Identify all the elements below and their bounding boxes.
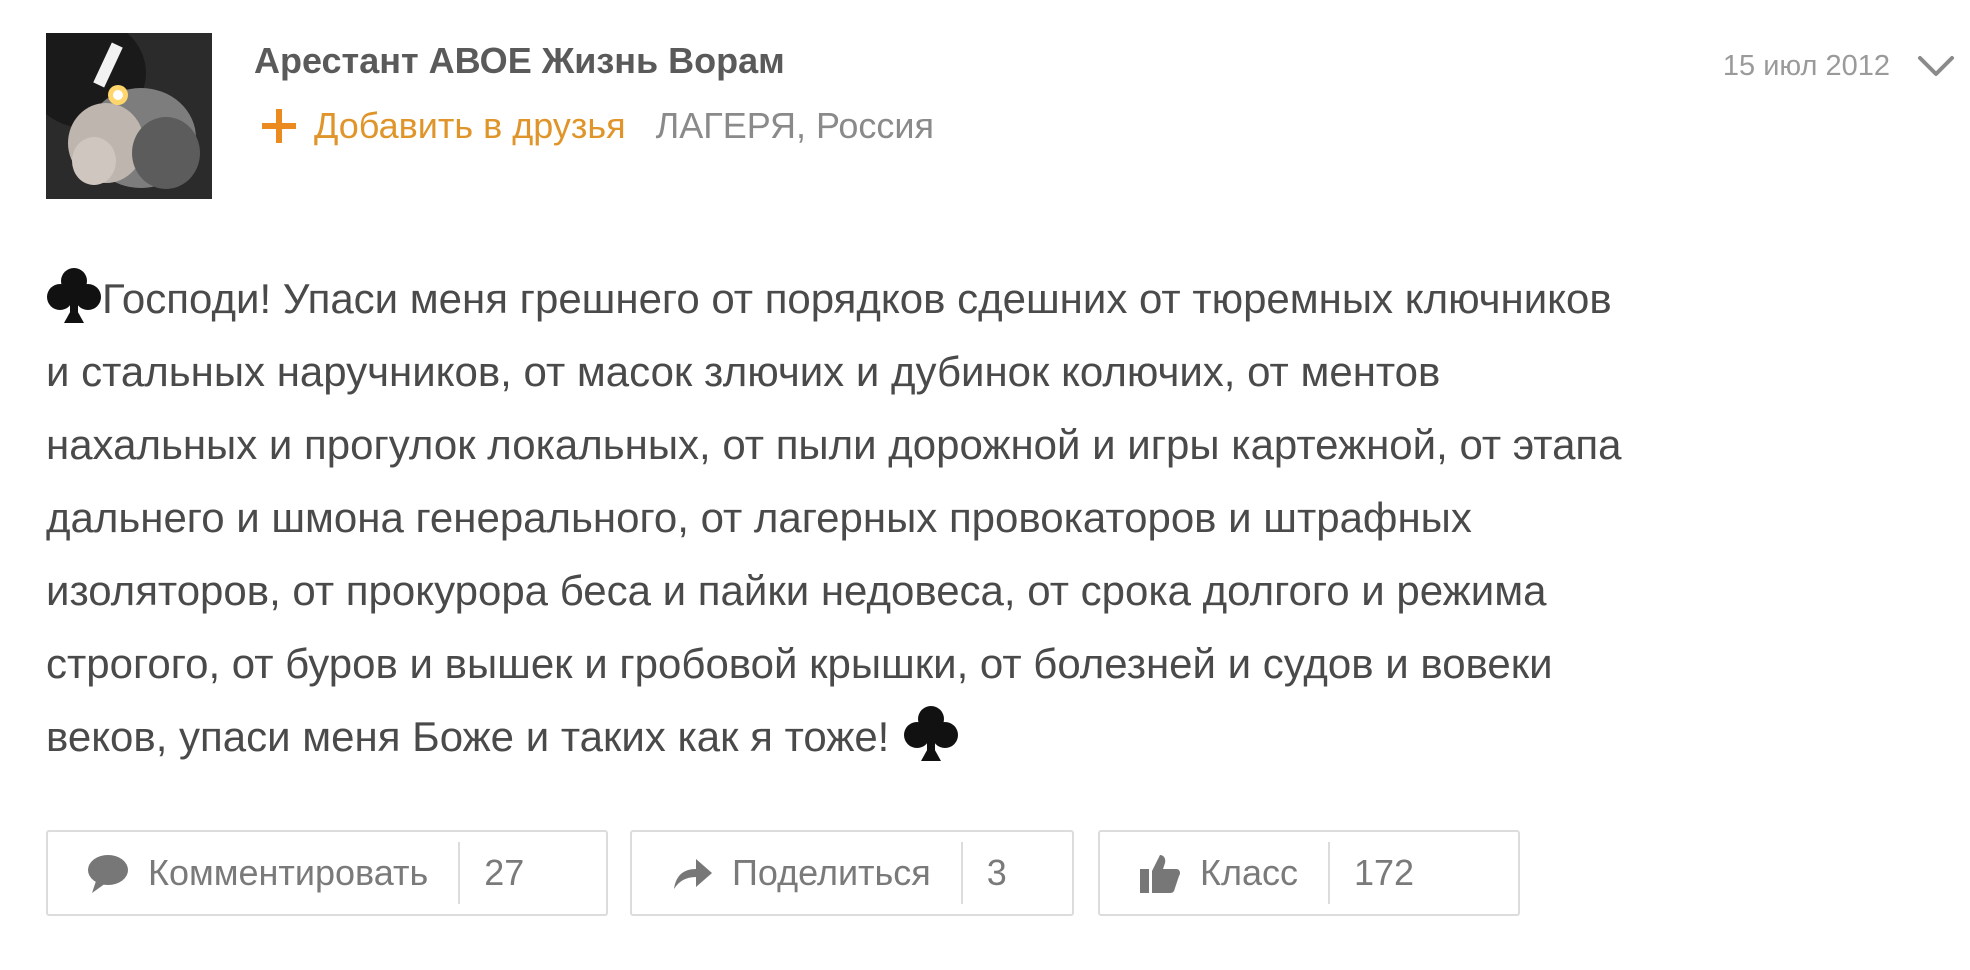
post-text-line: и стальных наручников, от масок злючих и… [46, 348, 1441, 395]
share-label: Поделиться [732, 852, 931, 893]
post-text-line: Господи! Упаси меня грешнего от порядков… [46, 262, 1946, 335]
post-text: Господи! Упаси меня грешнего от порядков… [46, 262, 1946, 773]
club-suit-icon [46, 265, 102, 327]
post-text-line: строгого, от буров и вышек и гробовой кр… [46, 640, 1553, 687]
author-meta: Добавить в друзья ЛАГЕРЯ, Россия [262, 102, 934, 150]
comment-button[interactable]: Комментировать 27 [46, 830, 608, 916]
like-button[interactable]: Класс 172 [1098, 830, 1520, 916]
post-text-line: изоляторов, от прокурора беса и пайки не… [46, 567, 1547, 614]
comment-label: Комментировать [148, 852, 429, 893]
post-text-line: дальнего и шмона генерального, от лагерн… [46, 494, 1472, 541]
comment-count: 27 [484, 852, 525, 893]
speech-bubble-icon [88, 855, 128, 893]
add-friend-button[interactable]: Добавить в друзья [262, 105, 626, 147]
add-friend-label: Добавить в друзья [314, 105, 626, 146]
feed-post: Арестант АВОЕ Жизнь Ворам Добавить в дру… [0, 0, 1970, 970]
author-name[interactable]: Арестант АВОЕ Жизнь Ворам [254, 40, 785, 82]
share-arrow-icon [674, 859, 712, 889]
plus-icon [262, 109, 296, 143]
author-location: ЛАГЕРЯ, Россия [655, 105, 935, 146]
chevron-down-icon[interactable] [1916, 52, 1956, 82]
thumbs-up-icon [1140, 855, 1180, 893]
club-suit-icon [903, 703, 959, 765]
post-date: 15 июл 2012 [1722, 50, 1890, 82]
share-count: 3 [986, 852, 1007, 893]
share-button[interactable]: Поделиться 3 [630, 830, 1074, 916]
post-text-line: нахальных и прогулок локальных, от пыли … [46, 421, 1622, 468]
like-label: Класс [1200, 852, 1298, 893]
avatar-image [46, 33, 212, 199]
author-avatar[interactable] [46, 33, 212, 199]
like-count: 172 [1354, 852, 1415, 893]
post-text-line: веков, упаси меня Боже и таких как я тож… [46, 700, 1946, 773]
